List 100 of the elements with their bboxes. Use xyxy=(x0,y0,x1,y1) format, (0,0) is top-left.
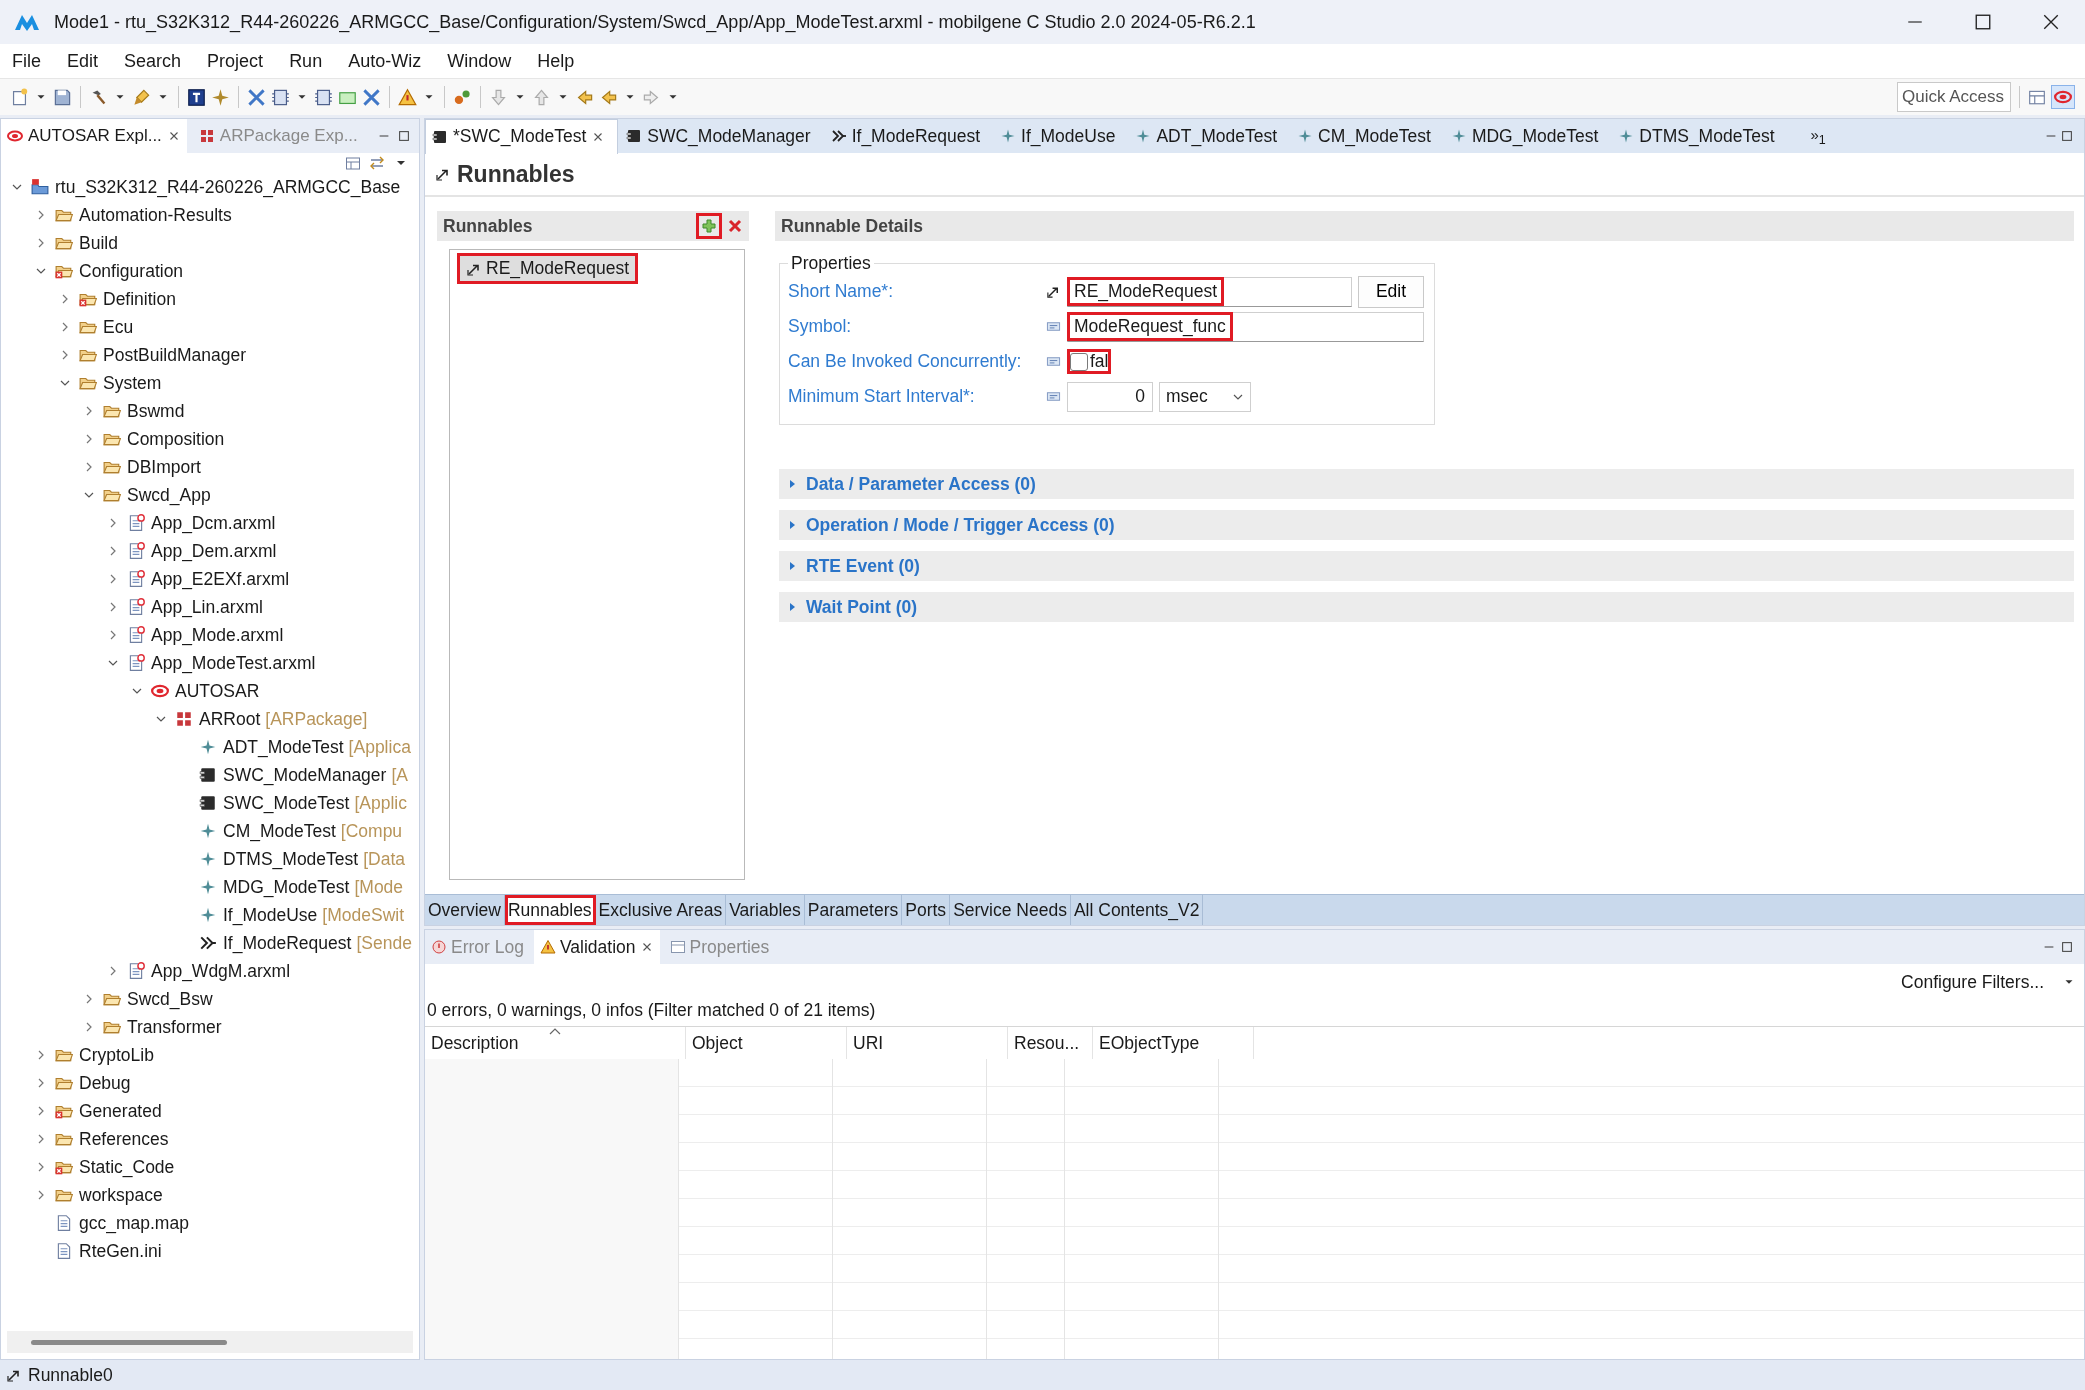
unit-dropdown[interactable]: msec xyxy=(1159,381,1251,412)
editor-tab[interactable]: CM_ModeTest xyxy=(1291,119,1443,153)
column-header[interactable]: EObjectType xyxy=(1093,1027,1254,1059)
collapsible-section[interactable]: Wait Point (0) xyxy=(779,592,2074,622)
menu-item[interactable]: File xyxy=(12,50,41,72)
tree-item[interactable]: App_Dcm.arxml xyxy=(151,512,276,534)
view-tab[interactable]: AUTOSAR Expl... xyxy=(1,119,187,153)
tree-item[interactable]: Transformer xyxy=(127,1016,222,1038)
tree-item[interactable]: App_Dem.arxml xyxy=(151,540,277,562)
tree-item[interactable]: DTMS_ModeTest xyxy=(223,848,359,870)
tree-item[interactable]: PostBuildManager xyxy=(103,344,246,366)
sparkle-icon[interactable] xyxy=(211,87,230,107)
brush-icon[interactable] xyxy=(132,87,151,107)
tree-item[interactable]: Swcd_Bsw xyxy=(127,988,213,1010)
maximize-icon[interactable] xyxy=(1974,13,1992,31)
text-field[interactable]: ModeRequest_func xyxy=(1067,311,1424,342)
menu-item[interactable]: Search xyxy=(124,50,182,72)
page-tab[interactable]: Exclusive Areas xyxy=(595,895,727,925)
tree-item[interactable]: App_E2EXf.arxml xyxy=(151,568,290,590)
tree-item[interactable]: App_WdgM.arxml xyxy=(151,960,291,982)
tree-item[interactable]: workspace xyxy=(79,1184,163,1206)
list-item[interactable]: RE_ModeRequest xyxy=(460,256,635,281)
text-field[interactable]: RE_ModeRequest xyxy=(1067,276,1352,307)
tree-item[interactable]: rtu_S32K312_R44-260226_ARMGCC_Base xyxy=(55,176,401,198)
tree-item[interactable]: App_Lin.arxml xyxy=(151,596,263,618)
chip-icon[interactable] xyxy=(314,87,333,107)
quick-access-field[interactable]: Quick Access xyxy=(1897,82,2011,112)
collapsible-section[interactable]: Data / Parameter Access (0) xyxy=(779,469,2074,499)
tree-item[interactable]: AUTOSAR xyxy=(175,680,260,702)
tree-item[interactable]: Configuration xyxy=(79,260,184,282)
cross-tools-icon[interactable] xyxy=(247,87,266,107)
tree-item[interactable]: Debug xyxy=(79,1072,131,1094)
tree-item[interactable]: References xyxy=(79,1128,169,1150)
tree-item[interactable]: SWC_ModeManager xyxy=(223,764,387,786)
scrollbar[interactable] xyxy=(7,1331,413,1353)
chip-icon[interactable] xyxy=(271,87,290,107)
menu-item[interactable]: Window xyxy=(447,50,512,72)
editor-tab[interactable]: MDG_ModeTest xyxy=(1444,119,1611,153)
edit-button[interactable]: Edit xyxy=(1358,275,1424,308)
editor-tab[interactable]: *SWC_ModeTest xyxy=(425,118,619,154)
tree-item[interactable]: CryptoLib xyxy=(79,1044,154,1066)
collapsible-section[interactable]: RTE Event (0) xyxy=(779,551,2074,581)
tree-item[interactable]: Ecu xyxy=(103,316,134,338)
cross-tools-icon[interactable] xyxy=(362,87,381,107)
tree-item[interactable]: If_ModeRequest xyxy=(223,932,352,954)
tree-item[interactable]: Static_Code xyxy=(79,1156,175,1178)
collapsible-section[interactable]: Operation / Mode / Trigger Access (0) xyxy=(779,510,2074,540)
tree-item[interactable]: gcc_map.map xyxy=(79,1212,189,1234)
tree-item[interactable]: Build xyxy=(79,232,118,254)
gears-icon[interactable] xyxy=(453,87,472,107)
tree-item[interactable]: DBImport xyxy=(127,456,201,478)
page-tab[interactable]: Variables xyxy=(726,895,805,925)
editor-tab[interactable]: SWC_ModeManager xyxy=(620,119,823,153)
editor-tab[interactable]: If_ModeUse xyxy=(994,119,1128,153)
maximize-icon[interactable] xyxy=(2060,129,2074,143)
menu-item[interactable]: Run xyxy=(289,50,323,72)
tree-item[interactable]: SWC_ModeTest xyxy=(223,792,350,814)
link-icon[interactable] xyxy=(369,155,385,171)
checkbox[interactable] xyxy=(1070,352,1088,371)
menu-item[interactable]: Auto-Wiz xyxy=(348,50,422,72)
page-tab[interactable]: Service Needs xyxy=(950,895,1071,925)
tree-item[interactable]: Bswmd xyxy=(127,400,185,422)
view-tab[interactable]: Validation xyxy=(533,930,660,964)
new-file-icon[interactable] xyxy=(10,87,29,107)
perspective-icon[interactable] xyxy=(345,155,361,171)
menu-item[interactable]: Edit xyxy=(67,50,99,72)
tree-item[interactable]: ARRoot xyxy=(199,708,261,730)
page-tab[interactable]: Runnables xyxy=(504,895,596,925)
delete-icon[interactable] xyxy=(727,218,743,234)
add-button[interactable] xyxy=(699,216,719,236)
page-tab[interactable]: Overview xyxy=(425,895,505,925)
tree-item[interactable]: App_ModeTest.arxml xyxy=(151,652,316,674)
tree-item[interactable]: Definition xyxy=(103,288,176,310)
page-tab[interactable]: All Contents_V2 xyxy=(1070,895,1204,925)
tree-item[interactable]: CM_ModeTest xyxy=(223,820,336,842)
page-tab[interactable]: Parameters xyxy=(804,895,903,925)
perspective-icon[interactable] xyxy=(2028,88,2046,106)
column-header[interactable]: Object xyxy=(686,1027,847,1059)
tree-item[interactable]: ADT_ModeTest xyxy=(223,736,344,758)
tree-item[interactable]: Swcd_App xyxy=(127,484,211,506)
menu-item[interactable]: Project xyxy=(207,50,264,72)
tree-item[interactable]: System xyxy=(103,372,162,394)
number-field[interactable]: 0 xyxy=(1067,381,1153,412)
maximize-icon[interactable] xyxy=(397,129,411,143)
menu-item[interactable]: Help xyxy=(537,50,575,72)
tree-item[interactable]: MDG_ModeTest xyxy=(223,876,350,898)
tree-item[interactable]: If_ModeUse xyxy=(223,904,318,926)
tree-item[interactable]: Generated xyxy=(79,1100,162,1122)
tree-item[interactable]: App_Mode.arxml xyxy=(151,624,284,646)
tab-overflow-button[interactable]: »$_{1}$ xyxy=(1810,125,1826,147)
save-icon[interactable] xyxy=(53,87,72,107)
perspective-button[interactable] xyxy=(2051,85,2075,109)
column-header[interactable]: URI xyxy=(847,1027,1008,1059)
tree-item[interactable]: RteGen.ini xyxy=(79,1240,162,1262)
page-tab[interactable]: Ports xyxy=(902,895,951,925)
editor-tab[interactable]: ADT_ModeTest xyxy=(1129,119,1290,153)
warning-icon[interactable] xyxy=(398,87,417,107)
tree-item[interactable]: Composition xyxy=(127,428,225,450)
maximize-icon[interactable] xyxy=(2060,940,2074,954)
editor-tab[interactable]: DTMS_ModeTest xyxy=(1612,119,1787,153)
